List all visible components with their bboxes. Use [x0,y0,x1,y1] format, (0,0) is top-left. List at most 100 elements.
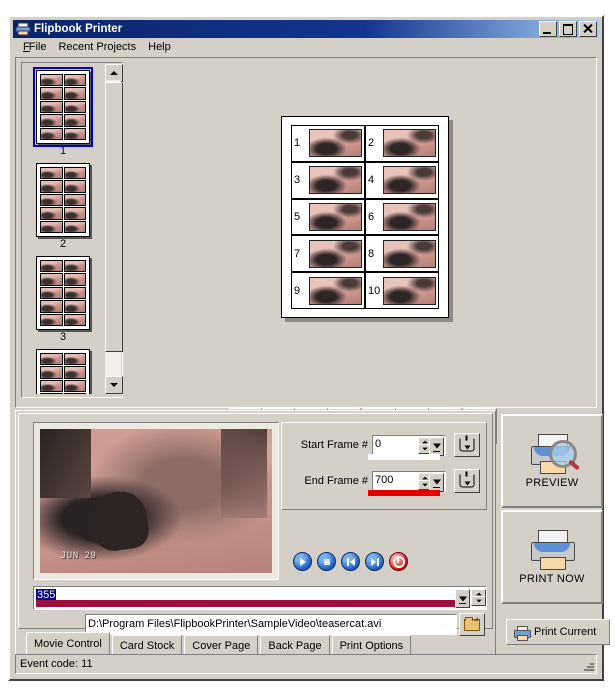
thumbnail-scrollbar[interactable] [105,64,123,394]
play-button[interactable] [293,552,312,571]
frame-number: 2 [368,137,375,150]
close-button[interactable] [579,21,597,37]
start-frame-bar [368,454,440,460]
preview-button-label: PREVIEW [525,476,579,489]
page-sheet: 1 2 3 4 5 6 7 8 9 10 [281,116,449,318]
printer-small-icon [514,625,531,641]
frame-number: 4 [368,174,375,187]
thumbnail-page-2[interactable]: 2 [32,163,94,250]
grab-start-frame-button[interactable] [454,433,480,457]
menu-item-file[interactable]: FFile [17,40,52,54]
end-frame-bar [368,490,440,496]
slider-spinner[interactable] [471,589,486,606]
slider-decrement[interactable] [471,596,486,606]
bottom-panel: JUN 29 Start Frame # 0 End Frame # 700 3… [15,410,496,658]
menu-bar: FFile Recent Projects Help [13,39,599,55]
chevron-up-icon [110,71,118,75]
record-stop-button[interactable] [389,552,408,571]
thumbnail-page-3[interactable]: 3 [32,256,94,343]
movie-control-tab-panel: JUN 29 Start Frame # 0 End Frame # 700 3… [18,413,493,636]
page-canvas[interactable]: 1 2 3 4 5 6 7 8 9 10 [126,62,591,367]
frame-thumbnail [309,239,362,268]
video-path-input[interactable] [88,617,452,631]
tab-strip: Movie Control Card Stock Cover Page Back… [18,632,493,655]
chevron-up-icon [422,440,428,443]
page-frame[interactable]: 3 [291,161,365,199]
tab-card-stock[interactable]: Card Stock [111,635,183,655]
preview-button[interactable]: PREVIEW [501,414,603,508]
frame-number: 5 [294,210,301,223]
page-frame[interactable]: 9 [291,272,365,309]
printer-icon [15,22,31,36]
video-file-row [85,613,485,636]
maximize-button[interactable] [559,21,577,37]
page-frame[interactable]: 2 [365,125,439,162]
print-now-button[interactable]: PRINT NOW [501,510,603,604]
frame-number: 9 [294,284,301,297]
forward-button[interactable] [365,552,384,571]
chevron-down-icon [432,443,441,449]
title-bar[interactable]: Flipbook Printer [13,20,599,38]
scroll-down-button[interactable] [105,376,123,394]
chevron-down-icon [458,596,467,601]
chevron-down-icon [475,599,482,603]
print-preview-icon [529,433,580,474]
thumbnail-frame-grid [40,167,86,233]
frame-thumbnail [309,166,362,195]
scrollbar-thumb[interactable] [105,82,123,352]
page-thumbnail-panel: 1 2 3 [21,62,123,398]
frame-number: 6 [368,210,375,223]
rewind-button[interactable] [341,552,360,571]
scrollbar-track[interactable] [105,80,123,378]
page-frame[interactable]: 4 [365,161,439,199]
slider-dropdown[interactable] [455,589,470,608]
window-title: Flipbook Printer [34,23,123,35]
slider-dropdown-button[interactable] [455,589,470,608]
tab-movie-control[interactable]: Movie Control [26,632,110,655]
page-frame[interactable]: 7 [291,235,365,273]
forward-icon [370,557,379,566]
grab-end-frame-button[interactable] [454,469,480,493]
video-path-field[interactable] [85,614,457,635]
page-frame[interactable]: 8 [365,235,439,273]
start-frame-label: Start Frame # [300,439,368,451]
end-frame-field[interactable] [372,470,446,492]
video-preview[interactable]: JUN 29 [33,422,279,580]
print-current-label: Print Current [534,626,597,638]
tab-print-options[interactable]: Print Options [331,635,412,655]
frame-thumbnail [309,129,362,158]
grab-frame-icon [459,471,475,488]
page-frame[interactable]: 6 [365,198,439,236]
end-frame-label: End Frame # [304,475,368,487]
tab-cover-page[interactable]: Cover Page [184,635,259,655]
menu-item-recent-projects[interactable]: Recent Projects [52,40,142,54]
frame-number: 7 [294,247,301,260]
start-frame-input[interactable] [375,436,419,452]
end-frame-input[interactable] [375,472,419,488]
chevron-down-icon [432,479,441,485]
printer-icon [529,529,575,570]
frame-thumbnail [309,276,362,305]
frame-position-slider[interactable]: 355 [33,586,487,610]
application-window: Flipbook Printer FFile Recent Projects H… [8,15,610,681]
page-frame[interactable]: 1 [291,125,365,162]
thumbnail-page-1[interactable]: 1 [32,67,94,157]
resize-grip[interactable] [582,659,594,671]
page-frame[interactable]: 5 [291,198,365,236]
window-inner-frame: Flipbook Printer FFile Recent Projects H… [10,17,610,679]
stop-button[interactable] [317,552,336,571]
record-stop-icon [392,555,405,568]
end-frame-dropdown[interactable] [429,472,444,492]
start-frame-dropdown[interactable] [429,436,444,456]
thumbnail-list[interactable]: 1 2 3 [23,64,103,394]
grab-frame-icon [459,435,475,452]
minimize-button[interactable] [539,21,557,37]
frame-number: 1 [294,137,301,150]
print-current-button[interactable]: Print Current [506,619,610,645]
page-frame[interactable]: 10 [365,272,439,309]
frame-thumbnail [383,239,436,268]
tab-back-page[interactable]: Back Page [260,635,330,655]
start-frame-field[interactable] [372,434,446,456]
menu-item-help[interactable]: Help [142,40,177,54]
thumbnail-page-4[interactable]: 4 [32,349,94,394]
